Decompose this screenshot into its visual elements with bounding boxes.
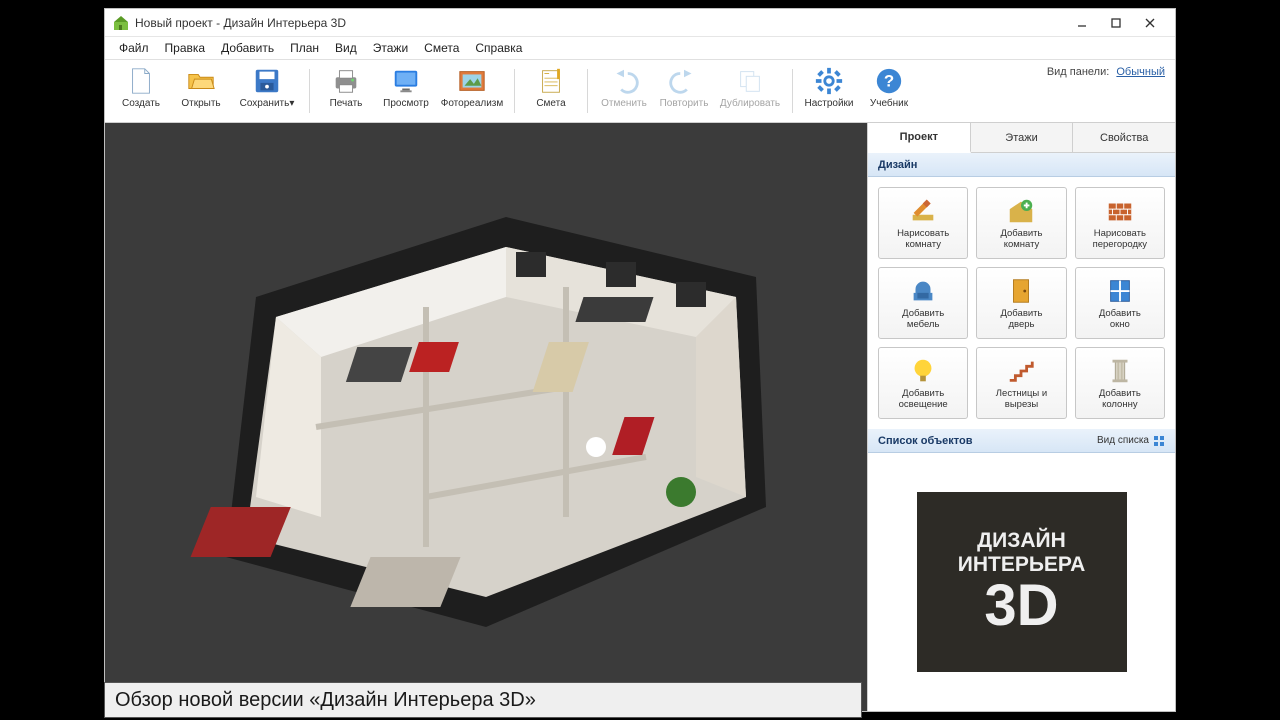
toolbar-separator bbox=[309, 69, 310, 113]
photorealism-button[interactable]: Фотореализм bbox=[436, 63, 508, 119]
window-controls bbox=[1065, 12, 1167, 34]
right-tabstrip: Проект Этажи Свойства bbox=[868, 123, 1175, 153]
maximize-button[interactable] bbox=[1099, 12, 1133, 34]
toolbar: Создать Открыть Сохранить▾ Печать Просмо… bbox=[105, 59, 1175, 123]
settings-label: Настройки bbox=[804, 98, 853, 109]
help-icon: ? bbox=[874, 66, 904, 96]
menu-floors[interactable]: Этажи bbox=[365, 39, 416, 57]
add-window-button[interactable]: Добавитьокно bbox=[1075, 267, 1165, 339]
panel-mode-link[interactable]: Обычный bbox=[1116, 66, 1165, 78]
video-caption: Обзор новой версии «Дизайн Интерьера 3D» bbox=[104, 682, 862, 718]
add-door-button[interactable]: Добавитьдверь bbox=[976, 267, 1066, 339]
stairs-button[interactable]: Лестницы ивырезы bbox=[976, 347, 1066, 419]
settings-button[interactable]: Настройки bbox=[799, 63, 859, 119]
tab-floors[interactable]: Этажи bbox=[971, 123, 1074, 152]
stairs-icon bbox=[1006, 356, 1036, 386]
floorplan-3d-scene bbox=[166, 197, 806, 637]
object-list-area: ДИЗАЙН ИНТЕРЬЕРА 3D bbox=[868, 453, 1175, 711]
save-label: Сохранить bbox=[240, 98, 290, 109]
menu-help[interactable]: Справка bbox=[467, 39, 530, 57]
new-file-icon bbox=[126, 66, 156, 96]
photo-icon bbox=[457, 66, 487, 96]
preview-label: Просмотр bbox=[383, 98, 429, 109]
list-view-toggle[interactable]: Вид списка bbox=[1097, 435, 1165, 447]
toolbar-separator bbox=[792, 69, 793, 113]
open-button[interactable]: Открыть bbox=[171, 63, 231, 119]
print-button[interactable]: Печать bbox=[316, 63, 376, 119]
add-room-button[interactable]: Добавитькомнату bbox=[976, 187, 1066, 259]
add-light-button[interactable]: Добавитьосвещение bbox=[878, 347, 968, 419]
menu-add[interactable]: Добавить bbox=[213, 39, 282, 57]
minimize-button[interactable] bbox=[1065, 12, 1099, 34]
duplicate-icon bbox=[735, 66, 765, 96]
close-button[interactable] bbox=[1133, 12, 1167, 34]
toolbar-separator bbox=[587, 69, 588, 113]
undo-button[interactable]: Отменить bbox=[594, 63, 654, 119]
window-icon bbox=[1105, 276, 1135, 306]
create-label: Создать bbox=[122, 98, 160, 109]
save-icon bbox=[252, 66, 282, 96]
tab-properties[interactable]: Свойства bbox=[1073, 123, 1175, 152]
redo-label: Повторить bbox=[660, 98, 709, 109]
photorealism-label: Фотореализм bbox=[441, 98, 504, 109]
add-column-button[interactable]: Добавитьколонну bbox=[1075, 347, 1165, 419]
menu-estimate[interactable]: Смета bbox=[416, 39, 467, 57]
app-window: Новый проект - Дизайн Интерьера 3D Файл … bbox=[104, 8, 1176, 712]
object-list-header: Список объектов Вид списка bbox=[868, 429, 1175, 453]
add-furniture-button[interactable]: Добавитьмебель bbox=[878, 267, 968, 339]
titlebar: Новый проект - Дизайн Интерьера 3D bbox=[105, 9, 1175, 37]
pencil-ruler-icon bbox=[908, 196, 938, 226]
draw-room-button[interactable]: Нарисоватькомнату bbox=[878, 187, 968, 259]
viewport-3d[interactable] bbox=[105, 123, 867, 711]
svg-text:?: ? bbox=[884, 72, 894, 91]
promo-tile: ДИЗАЙН ИНТЕРЬЕРА 3D bbox=[917, 492, 1127, 672]
tutorial-label: Учебник bbox=[870, 98, 908, 109]
estimate-label: Смета bbox=[536, 98, 565, 109]
draw-partition-button[interactable]: Нарисоватьперегородку bbox=[1075, 187, 1165, 259]
room-plus-icon bbox=[1006, 196, 1036, 226]
chevron-down-icon: ▾ bbox=[289, 98, 294, 109]
lightbulb-icon bbox=[908, 356, 938, 386]
menu-edit[interactable]: Правка bbox=[157, 39, 214, 57]
menu-view[interactable]: Вид bbox=[327, 39, 365, 57]
workspace: Проект Этажи Свойства Дизайн Нарисоватьк… bbox=[105, 123, 1175, 711]
menubar: Файл Правка Добавить План Вид Этажи Смет… bbox=[105, 37, 1175, 59]
design-tools-grid: Нарисоватькомнату Добавитькомнату Нарисо… bbox=[868, 177, 1175, 429]
gear-icon bbox=[814, 66, 844, 96]
window-title: Новый проект - Дизайн Интерьера 3D bbox=[135, 16, 1065, 30]
app-icon bbox=[113, 15, 129, 31]
redo-button[interactable]: Повторить bbox=[654, 63, 714, 119]
design-section-header: Дизайн bbox=[868, 153, 1175, 177]
estimate-button[interactable]: Смета bbox=[521, 63, 581, 119]
monitor-icon bbox=[391, 66, 421, 96]
menu-file[interactable]: Файл bbox=[111, 39, 157, 57]
right-panel: Проект Этажи Свойства Дизайн Нарисоватьк… bbox=[867, 123, 1175, 711]
duplicate-label: Дублировать bbox=[720, 98, 780, 109]
save-button[interactable]: Сохранить▾ bbox=[231, 63, 303, 119]
tab-project[interactable]: Проект bbox=[868, 123, 971, 153]
duplicate-button[interactable]: Дублировать bbox=[714, 63, 786, 119]
undo-icon bbox=[609, 66, 639, 96]
tutorial-button[interactable]: ? Учебник bbox=[859, 63, 919, 119]
door-icon bbox=[1006, 276, 1036, 306]
toolbar-separator bbox=[514, 69, 515, 113]
printer-icon bbox=[331, 66, 361, 96]
print-label: Печать bbox=[330, 98, 363, 109]
undo-label: Отменить bbox=[601, 98, 647, 109]
create-button[interactable]: Создать bbox=[111, 63, 171, 119]
column-icon bbox=[1105, 356, 1135, 386]
preview-button[interactable]: Просмотр bbox=[376, 63, 436, 119]
panel-mode-label: Вид панели: Обычный bbox=[1047, 66, 1165, 78]
brick-wall-icon bbox=[1105, 196, 1135, 226]
menu-plan[interactable]: План bbox=[282, 39, 327, 57]
list-view-icon bbox=[1153, 435, 1165, 447]
folder-open-icon bbox=[186, 66, 216, 96]
notepad-icon bbox=[536, 66, 566, 96]
open-label: Открыть bbox=[181, 98, 220, 109]
redo-icon bbox=[669, 66, 699, 96]
armchair-icon bbox=[908, 276, 938, 306]
